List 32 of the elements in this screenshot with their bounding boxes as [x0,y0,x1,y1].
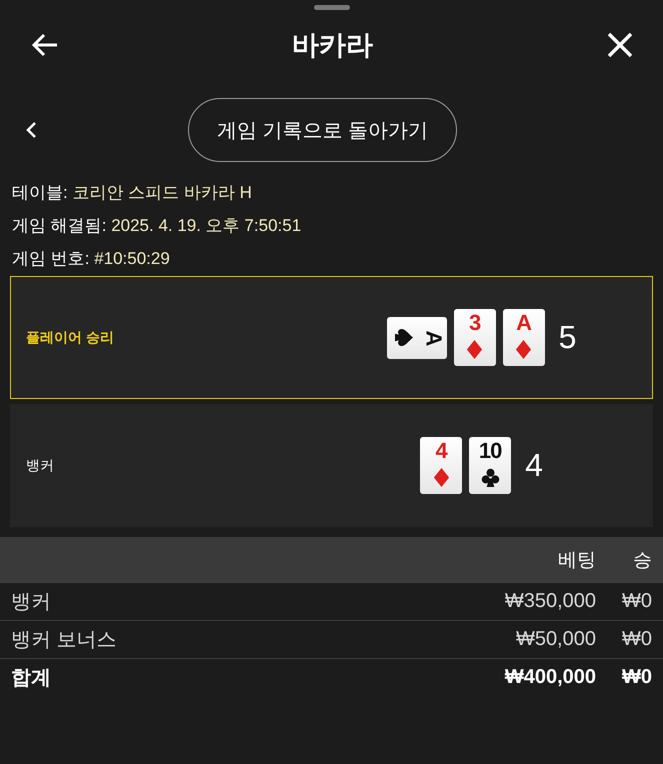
diamond-icon [514,340,534,359]
column-header: 베팅 [557,548,596,572]
info-line: 게임 번호: #10:50:29 [12,248,171,270]
back-to-history-button[interactable]: 게임 기록으로 돌아가기 [188,98,458,162]
info-line: 게임 해결됨: 2025. 4. 19. 오후 7:50:51 [12,215,302,237]
column-header: 승 [632,548,652,572]
diamond-icon [432,468,451,487]
playing-card: 4 [420,437,462,494]
playing-card: A [502,309,545,366]
club-icon [480,468,500,487]
info-line: 테이블: 코리안 스피드 바카라 H [12,182,253,204]
hand-label: 뱅커 [25,456,55,474]
playing-card: A [386,316,447,358]
table-cell-text: 합계 [11,666,52,691]
table-cell-text: ₩400,000 [504,666,596,689]
table-cell-text: ₩0 [621,628,652,651]
table-cell-text: ₩50,000 [514,628,596,651]
drag-handle[interactable] [314,5,350,10]
table-cell-text: 뱅커 보너스 [11,628,118,653]
table-cell-text: ₩0 [621,666,652,689]
table-cell-text: ₩350,000 [504,590,596,613]
close-icon[interactable] [605,30,635,60]
table-cell-text: ₩0 [621,590,652,613]
table-cell-text: 뱅커 [11,590,52,615]
playing-card: 10 [469,437,512,494]
hand-label: 플레이어 승리 [25,328,115,346]
spade-icon [394,328,414,347]
playing-card: 3 [454,309,496,366]
hand-total: 4 [525,447,543,484]
page-title: 바카라 [292,29,373,62]
diamond-icon [465,340,484,359]
hand-total: 5 [558,319,576,356]
